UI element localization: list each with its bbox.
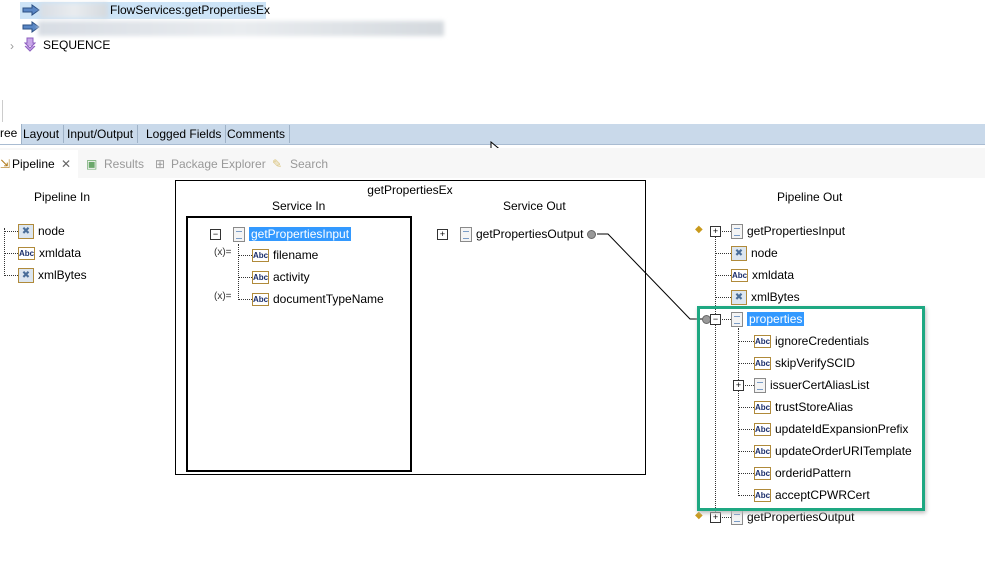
item-label: getPropertiesInput — [747, 224, 846, 238]
string-icon: Abc — [731, 269, 748, 283]
node-icon: ✖ — [731, 290, 747, 306]
expand-icon[interactable]: + — [710, 226, 721, 237]
pipeline-out-item[interactable]: ✖ xmlBytes — [731, 288, 804, 306]
pipeline-out-item[interactable]: Abc xmldata — [731, 266, 798, 284]
node-icon: ✖ — [731, 246, 747, 262]
item-label: getPropertiesOutput — [747, 510, 855, 524]
item-label: xmlBytes — [751, 290, 800, 304]
pipeline-out-item[interactable]: ✖ node — [731, 244, 782, 262]
pipeline-marker-icon: ◆ — [695, 224, 703, 235]
document-icon — [731, 224, 743, 240]
item-label: node — [751, 246, 778, 260]
pipeline-marker-icon: ◆ — [695, 510, 703, 521]
pipeline-out-title: Pipeline Out — [777, 190, 843, 204]
highlight-box — [697, 306, 925, 511]
expand-icon[interactable]: + — [710, 512, 721, 523]
item-label: xmldata — [752, 268, 795, 282]
pipeline-out-item[interactable]: getPropertiesInput — [731, 222, 849, 240]
document-icon — [731, 510, 743, 526]
